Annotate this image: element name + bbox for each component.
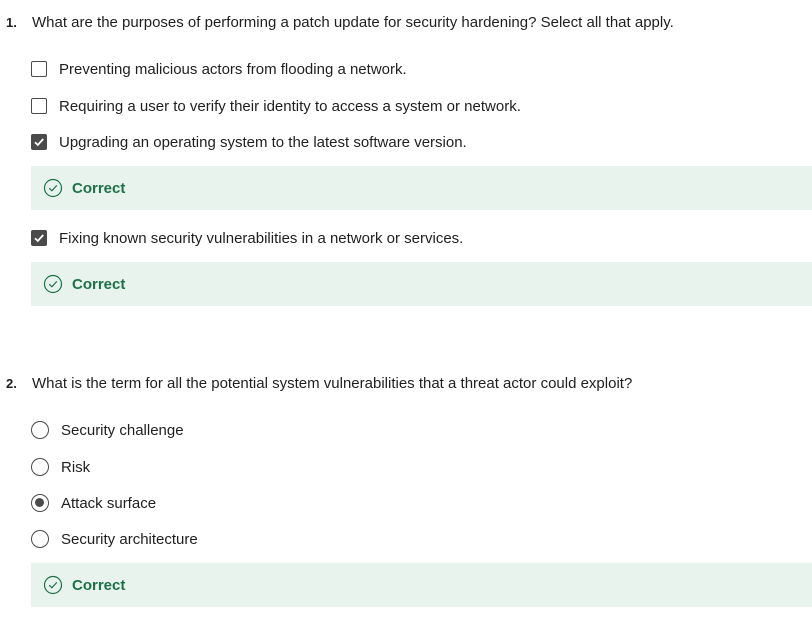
option-label: Requiring a user to verify their identit… bbox=[59, 97, 521, 115]
answer-option-4[interactable]: Security architecture bbox=[31, 529, 198, 549]
question-text: What are the purposes of performing a pa… bbox=[32, 14, 674, 31]
feedback-text: Correct bbox=[72, 179, 126, 197]
checkmark-icon bbox=[34, 138, 44, 147]
check-circle-icon bbox=[43, 178, 63, 198]
answer-option-2[interactable]: Risk bbox=[31, 457, 90, 477]
feedback-correct: Correct bbox=[31, 166, 812, 210]
question-number: 2. bbox=[6, 376, 17, 391]
checkbox-unchecked[interactable] bbox=[31, 98, 47, 114]
question-number: 1. bbox=[6, 15, 17, 30]
checkbox-checked[interactable] bbox=[31, 230, 47, 246]
feedback-text: Correct bbox=[72, 576, 126, 594]
feedback-correct: Correct bbox=[31, 262, 812, 306]
answer-option-1[interactable]: Preventing malicious actors from floodin… bbox=[31, 59, 407, 79]
feedback-text: Correct bbox=[72, 275, 126, 293]
feedback-correct: Correct bbox=[31, 563, 812, 607]
check-circle-icon bbox=[43, 575, 63, 595]
answer-option-2[interactable]: Requiring a user to verify their identit… bbox=[31, 96, 521, 116]
option-label: Attack surface bbox=[61, 494, 157, 512]
answer-option-4[interactable]: Fixing known security vulnerabilities in… bbox=[31, 228, 463, 248]
radio-button-selected[interactable] bbox=[31, 494, 49, 512]
option-label: Upgrading an operating system to the lat… bbox=[59, 133, 467, 151]
radio-button[interactable] bbox=[31, 458, 49, 476]
checkbox-checked[interactable] bbox=[31, 134, 47, 150]
answer-option-3[interactable]: Upgrading an operating system to the lat… bbox=[31, 132, 467, 152]
answer-option-1[interactable]: Security challenge bbox=[31, 420, 184, 440]
question-text: What is the term for all the potential s… bbox=[32, 375, 633, 392]
radio-button[interactable] bbox=[31, 530, 49, 548]
checkmark-icon bbox=[34, 234, 44, 243]
check-circle-icon bbox=[43, 274, 63, 294]
option-label: Security challenge bbox=[61, 421, 184, 439]
option-label: Fixing known security vulnerabilities in… bbox=[59, 229, 464, 247]
checkbox-unchecked[interactable] bbox=[31, 61, 47, 77]
option-label: Preventing malicious actors from floodin… bbox=[59, 60, 407, 78]
option-label: Security architecture bbox=[61, 530, 198, 548]
answer-option-3[interactable]: Attack surface bbox=[31, 493, 156, 513]
option-label: Risk bbox=[61, 458, 91, 476]
radio-button[interactable] bbox=[31, 421, 49, 439]
